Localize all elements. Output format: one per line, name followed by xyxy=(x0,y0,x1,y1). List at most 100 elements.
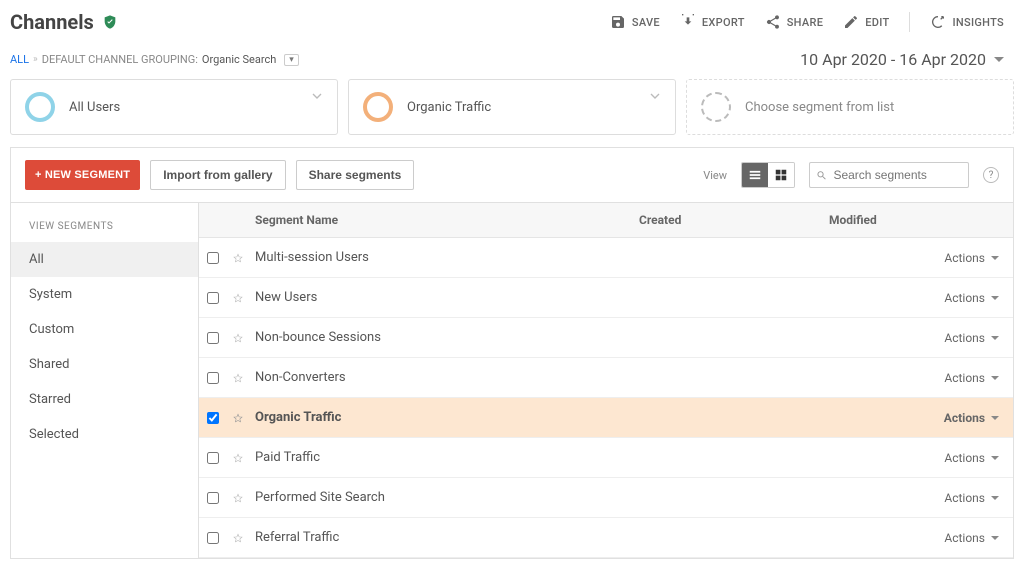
row-checkbox[interactable] xyxy=(207,292,219,304)
segment-body: VIEW SEGMENTS All System Custom Shared S… xyxy=(11,203,1013,558)
table-body: Multi-session UsersActionsNew UsersActio… xyxy=(199,238,1013,558)
page-title: Channels xyxy=(10,10,94,34)
table-row[interactable]: New UsersActions xyxy=(199,278,1013,318)
sidebar-item-all[interactable]: All xyxy=(11,242,198,277)
edit-button[interactable]: EDIT xyxy=(843,14,889,30)
segment-table: Segment Name Created Modified Multi-sess… xyxy=(199,203,1013,558)
segment-card-add[interactable]: Choose segment from list xyxy=(686,79,1014,135)
segment-panel: + NEW SEGMENT Import from gallery Share … xyxy=(10,147,1014,559)
segment-sidebar: VIEW SEGMENTS All System Custom Shared S… xyxy=(11,203,199,558)
chevron-down-icon xyxy=(994,57,1004,62)
table-row[interactable]: Non-Converters Actions xyxy=(199,358,1013,398)
export-button[interactable]: EXPORT xyxy=(680,14,745,30)
share-segments-button[interactable]: Share segments xyxy=(296,160,415,190)
table-row[interactable]: Non-bounce SessionsActions xyxy=(199,318,1013,358)
segment-toolbar: + NEW SEGMENT Import from gallery Share … xyxy=(11,148,1013,203)
row-checkbox[interactable] xyxy=(207,252,219,264)
date-range-picker[interactable]: 10 Apr 2020 - 16 Apr 2020 xyxy=(800,50,1004,69)
col-header-created[interactable]: Created xyxy=(633,203,823,237)
row-checkbox[interactable] xyxy=(207,372,219,384)
table-row[interactable]: Paid Traffic Actions xyxy=(199,438,1013,478)
view-list-button[interactable] xyxy=(742,163,768,187)
row-actions[interactable]: Actions xyxy=(893,331,1013,345)
row-checkbox[interactable] xyxy=(207,332,219,344)
star-icon[interactable] xyxy=(233,371,243,385)
star-icon[interactable] xyxy=(233,491,243,505)
sidebar-item-system[interactable]: System xyxy=(11,277,198,312)
segment-card-label: Choose segment from list xyxy=(745,100,894,115)
star-icon[interactable] xyxy=(233,411,243,425)
chevron-down-icon xyxy=(991,456,999,460)
row-checkbox[interactable] xyxy=(207,532,219,544)
save-button[interactable]: SAVE xyxy=(610,14,660,30)
col-header-name[interactable]: Segment Name xyxy=(249,203,633,237)
star-icon[interactable] xyxy=(233,251,243,265)
star-icon[interactable] xyxy=(233,451,243,465)
header-actions: SAVE EXPORT SHARE EDIT INSIGHTS xyxy=(610,12,1004,32)
segment-card-label: Organic Traffic xyxy=(407,100,491,115)
table-row[interactable]: Multi-session Users Actions xyxy=(199,238,1013,278)
segment-name: Paid Traffic xyxy=(249,450,513,465)
toolbar-left: + NEW SEGMENT Import from gallery Share … xyxy=(25,160,414,190)
segment-circle-icon xyxy=(363,92,393,122)
row-checkbox[interactable] xyxy=(207,492,219,504)
view-toggle xyxy=(741,162,795,188)
share-icon xyxy=(765,14,781,30)
sidebar-item-custom[interactable]: Custom xyxy=(11,312,198,347)
toolbar-right: View ? xyxy=(703,162,999,188)
row-actions[interactable]: Actions xyxy=(893,491,1013,505)
segment-name: Organic Traffic xyxy=(249,410,513,425)
chevron-down-icon xyxy=(991,416,999,420)
segment-card-organic-traffic[interactable]: Organic Traffic xyxy=(348,79,676,135)
page-title-wrap: Channels xyxy=(10,10,118,34)
row-actions[interactable]: Actions xyxy=(893,451,1013,465)
row-actions[interactable]: Actions xyxy=(893,371,1013,385)
segment-circle-icon xyxy=(25,92,55,122)
help-button[interactable]: ? xyxy=(983,167,999,183)
export-icon xyxy=(680,14,696,30)
segment-cards: All Users Organic Traffic Choose segment… xyxy=(0,79,1024,147)
breadcrumb: ALL » DEFAULT CHANNEL GROUPING: Organic … xyxy=(10,53,299,66)
import-gallery-button[interactable]: Import from gallery xyxy=(150,160,285,190)
row-checkbox[interactable] xyxy=(207,412,219,424)
row-actions[interactable]: Actions xyxy=(893,411,1013,425)
table-row[interactable]: Performed Site SearchActions xyxy=(199,478,1013,518)
segment-card-label: All Users xyxy=(69,100,120,115)
star-icon[interactable] xyxy=(233,531,243,545)
col-header-modified[interactable]: Modified xyxy=(823,203,1013,237)
new-segment-button[interactable]: + NEW SEGMENT xyxy=(25,160,140,190)
view-grid-button[interactable] xyxy=(768,163,794,187)
row-actions[interactable]: Actions xyxy=(893,531,1013,545)
breadcrumb-sep: » xyxy=(33,54,38,65)
table-row[interactable]: Referral Traffic Actions xyxy=(199,518,1013,558)
chevron-down-icon xyxy=(647,88,663,104)
segment-card-all-users[interactable]: All Users xyxy=(10,79,338,135)
chevron-down-icon xyxy=(991,336,999,340)
table-header: Segment Name Created Modified xyxy=(199,203,1013,238)
list-icon xyxy=(748,168,762,182)
sidebar-item-selected[interactable]: Selected xyxy=(11,417,198,452)
share-button[interactable]: SHARE xyxy=(765,14,824,30)
breadcrumb-dropdown-toggle[interactable]: ▾ xyxy=(284,54,299,66)
row-actions[interactable]: Actions xyxy=(893,291,1013,305)
search-icon xyxy=(816,169,827,182)
row-actions[interactable]: Actions xyxy=(893,251,1013,265)
verified-shield-icon xyxy=(102,14,118,30)
segment-name: Non-Converters xyxy=(249,370,513,385)
star-icon[interactable] xyxy=(233,291,243,305)
breadcrumb-root[interactable]: ALL xyxy=(10,53,29,66)
chevron-down-icon xyxy=(991,256,999,260)
star-icon[interactable] xyxy=(233,331,243,345)
table-row[interactable]: Organic Traffic Actions xyxy=(199,398,1013,438)
insights-button[interactable]: INSIGHTS xyxy=(930,14,1004,30)
segment-search-input[interactable] xyxy=(833,168,962,182)
segment-search[interactable] xyxy=(809,162,969,188)
segment-name: Multi-session Users xyxy=(249,250,513,265)
sidebar-item-shared[interactable]: Shared xyxy=(11,347,198,382)
sidebar-item-starred[interactable]: Starred xyxy=(11,382,198,417)
chevron-down-icon xyxy=(991,376,999,380)
segment-name: Referral Traffic xyxy=(249,530,513,545)
row-checkbox[interactable] xyxy=(207,452,219,464)
breadcrumb-group-label: DEFAULT CHANNEL GROUPING: xyxy=(42,53,198,66)
breadcrumb-row: ALL » DEFAULT CHANNEL GROUPING: Organic … xyxy=(0,44,1024,79)
